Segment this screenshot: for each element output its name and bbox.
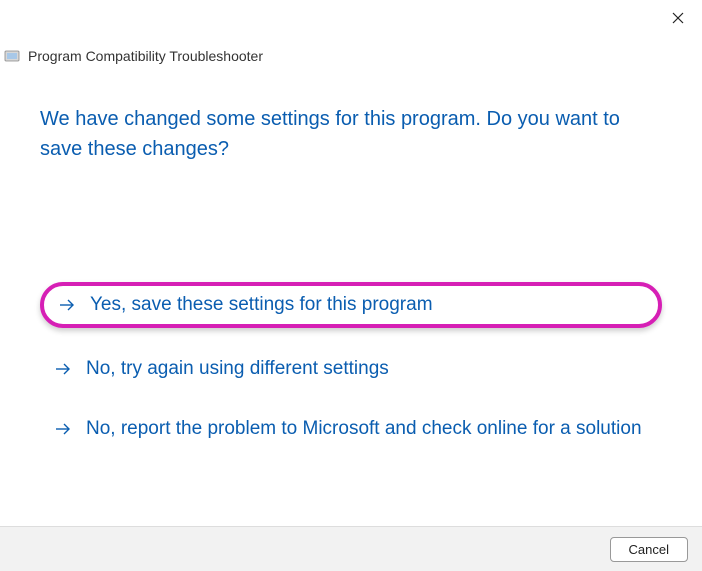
titlebar: Program Compatibility Troubleshooter	[4, 48, 263, 64]
option-save-settings[interactable]: Yes, save these settings for this progra…	[40, 282, 662, 328]
close-icon	[672, 12, 684, 24]
close-button[interactable]	[668, 8, 688, 28]
arrow-right-icon	[54, 420, 72, 438]
page-heading: We have changed some settings for this p…	[40, 104, 660, 164]
troubleshooter-icon	[4, 48, 20, 64]
wizard-content: We have changed some settings for this p…	[40, 104, 662, 468]
cancel-button[interactable]: Cancel	[610, 537, 688, 562]
footer-bar: Cancel	[0, 526, 702, 571]
option-report-problem[interactable]: No, report the problem to Microsoft and …	[40, 408, 662, 450]
option-try-again[interactable]: No, try again using different settings	[40, 348, 662, 390]
option-label: No, try again using different settings	[86, 358, 389, 380]
option-label: No, report the problem to Microsoft and …	[86, 418, 642, 440]
option-label: Yes, save these settings for this progra…	[90, 294, 433, 316]
arrow-right-icon	[54, 360, 72, 378]
options-list: Yes, save these settings for this progra…	[40, 282, 662, 450]
window-title: Program Compatibility Troubleshooter	[28, 48, 263, 64]
arrow-right-icon	[58, 296, 76, 314]
